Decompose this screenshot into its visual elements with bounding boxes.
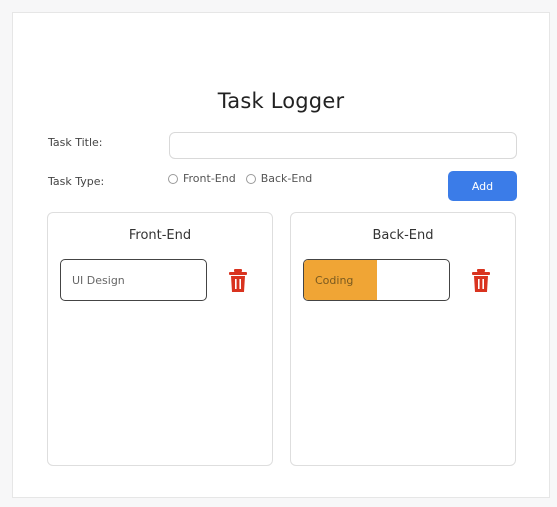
- task-item-text: Coding: [315, 273, 354, 287]
- radio-back-end[interactable]: Back-End: [245, 172, 313, 185]
- task-item-text: UI Design: [72, 273, 125, 287]
- page-title: Task Logger: [217, 89, 345, 113]
- task-item[interactable]: UI Design: [60, 259, 207, 301]
- back-end-column: Back-End Coding: [290, 212, 516, 466]
- task-title-input[interactable]: [169, 132, 517, 159]
- add-button[interactable]: Add: [448, 171, 517, 201]
- front-end-column: Front-End UI Design: [47, 212, 273, 466]
- radio-back-end-circle[interactable]: [245, 173, 256, 184]
- task-item[interactable]: Coding: [303, 259, 450, 301]
- radio-back-end-label: Back-End: [260, 172, 313, 185]
- task-type-label: Task Type:: [48, 175, 105, 188]
- trash-icon[interactable]: [471, 269, 491, 293]
- radio-front-end[interactable]: Front-End: [168, 172, 236, 185]
- radio-front-end-label: Front-End: [183, 172, 236, 185]
- task-title-label: Task Title:: [48, 136, 103, 149]
- task-logger-card: Task Logger Task Title: Task Type: Front…: [12, 12, 550, 498]
- back-end-heading: Back-End: [372, 228, 434, 243]
- radio-front-end-circle[interactable]: [168, 173, 178, 184]
- trash-icon[interactable]: [228, 269, 248, 293]
- task-type-radio-group: Front-End Back-End: [168, 172, 312, 185]
- front-end-heading: Front-End: [128, 228, 192, 243]
